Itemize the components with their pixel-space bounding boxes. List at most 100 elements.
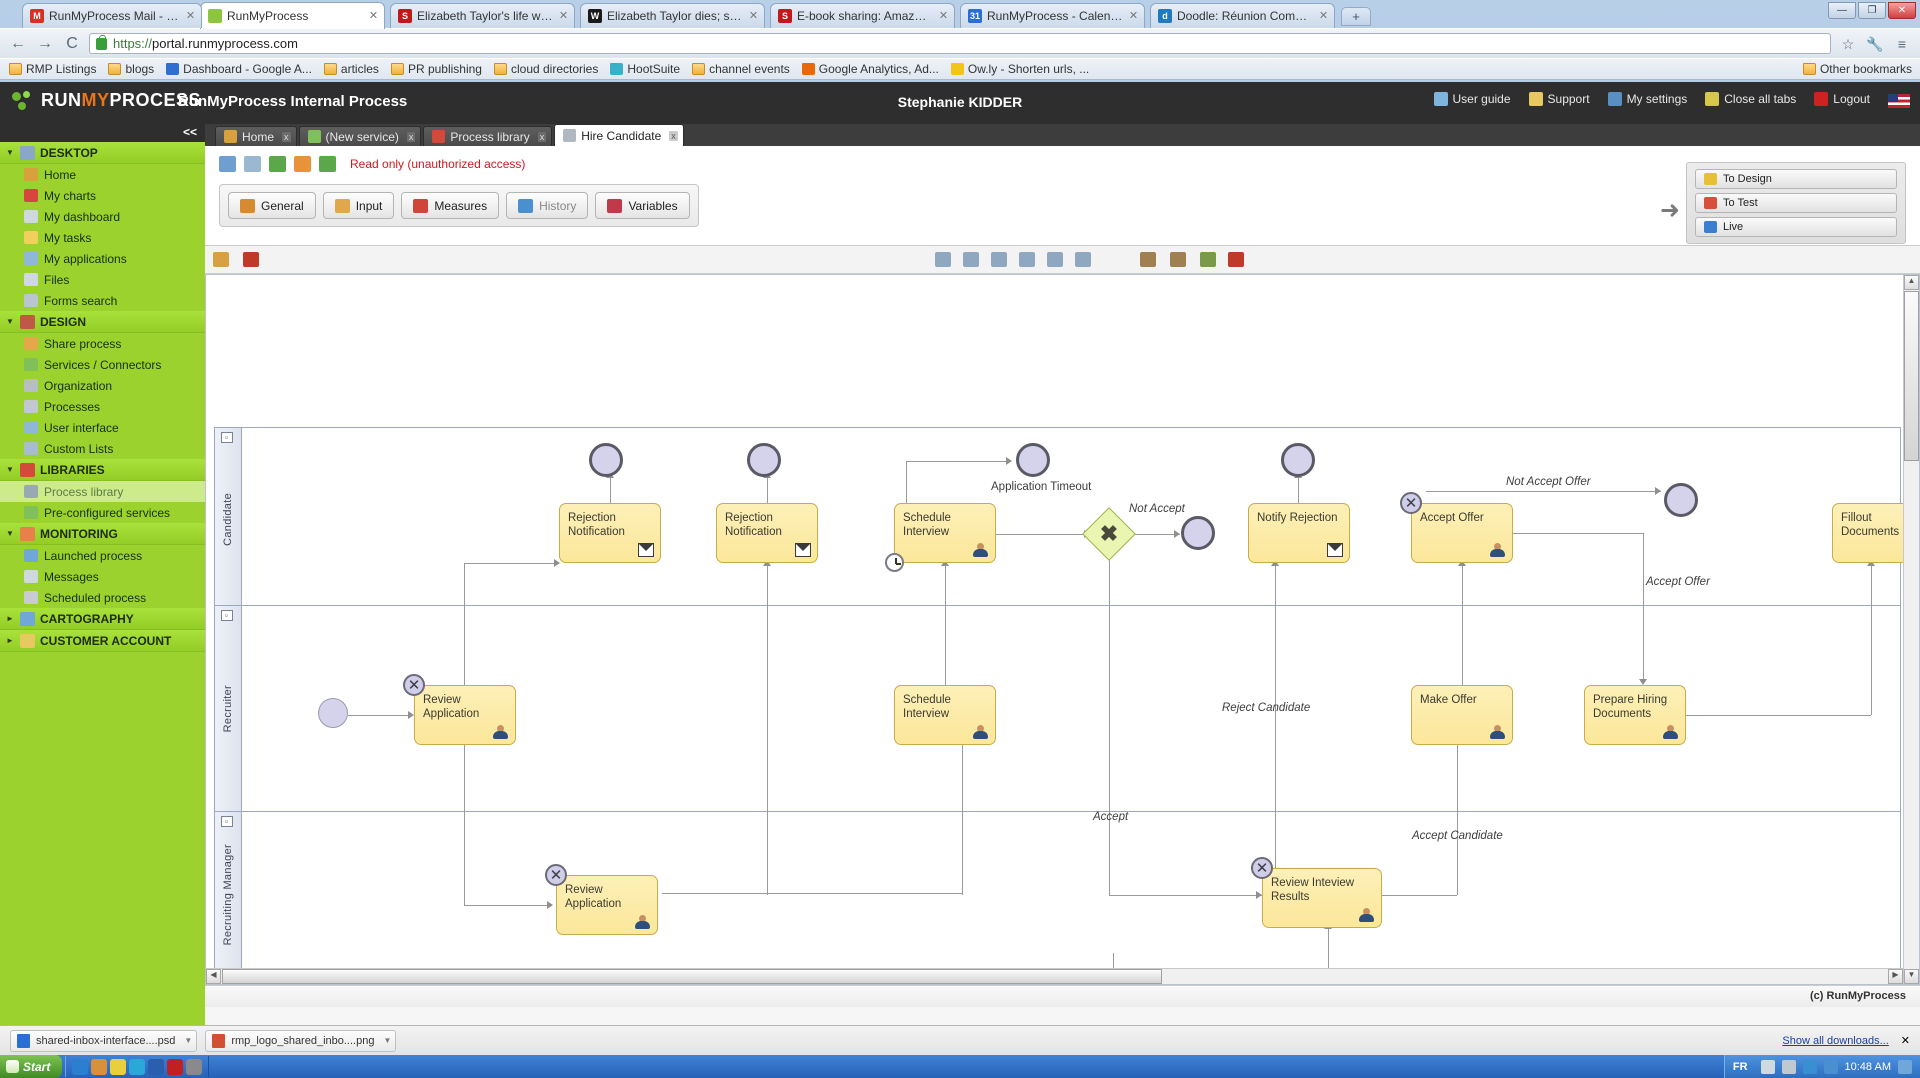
browser-tab[interactable]: 31 RunMyProcess - Calendar ✕ bbox=[960, 3, 1145, 28]
skype-icon[interactable] bbox=[129, 1058, 146, 1075]
browser-tab[interactable]: W Elizabeth Taylor dies; scree... ✕ bbox=[580, 3, 765, 28]
end-event[interactable] bbox=[1016, 443, 1050, 477]
sidebar-item-my-tasks[interactable]: My tasks bbox=[0, 227, 205, 248]
zoom-in-icon[interactable] bbox=[1140, 252, 1156, 267]
lane-collapse-icon[interactable]: ▫ bbox=[221, 432, 233, 443]
end-event[interactable] bbox=[747, 443, 781, 477]
clock[interactable]: 10:48 AM bbox=[1845, 1061, 1891, 1073]
volume-icon[interactable] bbox=[1760, 1059, 1775, 1074]
bpmn-task[interactable]: Notify Rejection bbox=[1248, 503, 1350, 563]
sidebar-item-process-library[interactable]: Process library bbox=[0, 481, 205, 502]
ie-icon[interactable] bbox=[72, 1058, 89, 1075]
distribute-h-icon[interactable] bbox=[1019, 252, 1035, 267]
sidebar-group-cartography[interactable]: ► CARTOGRAPHY bbox=[0, 608, 205, 630]
chrome-menu-icon[interactable]: ≡ bbox=[1892, 34, 1912, 54]
measures-button[interactable]: Measures bbox=[401, 192, 500, 219]
sidebar-item-scheduled-process[interactable]: Scheduled process bbox=[0, 587, 205, 608]
reload-icon[interactable]: C bbox=[62, 34, 82, 54]
header-menu-item[interactable]: User guide bbox=[1433, 92, 1511, 106]
sidebar-item-messages[interactable]: Messages bbox=[0, 566, 205, 587]
forward-icon[interactable]: → bbox=[35, 34, 55, 54]
header-menu-item[interactable]: Logout bbox=[1814, 92, 1870, 106]
sidebar-group-libraries[interactable]: ▼ LIBRARIES bbox=[0, 459, 205, 481]
bpmn-task[interactable]: Schedule Interview bbox=[894, 503, 996, 563]
tab-close-icon[interactable]: ✕ bbox=[1127, 10, 1140, 23]
other-bookmarks-button[interactable]: Other bookmarks bbox=[1802, 62, 1912, 76]
vertical-scroll-thumb[interactable] bbox=[1904, 291, 1919, 461]
start-button[interactable]: Start bbox=[0, 1055, 63, 1078]
distribute-v-icon[interactable] bbox=[1047, 252, 1063, 267]
tab-close-icon[interactable]: ✕ bbox=[747, 10, 760, 23]
sidebar-item-share-process[interactable]: Share process bbox=[0, 333, 205, 354]
app-tab-close-icon[interactable]: x bbox=[406, 131, 416, 142]
boundary-error-icon[interactable]: ✕ bbox=[1251, 857, 1273, 879]
delete-icon[interactable] bbox=[243, 252, 259, 267]
maximize-button[interactable]: ❐ bbox=[1858, 2, 1886, 19]
bpmn-task[interactable]: Accept Offer bbox=[1411, 503, 1513, 563]
sidebar-item-processes[interactable]: Processes bbox=[0, 396, 205, 417]
word-icon[interactable] bbox=[148, 1058, 165, 1075]
sidebar-item-home[interactable]: Home bbox=[0, 164, 205, 185]
sidebar-item-pre-configured-services[interactable]: Pre-configured services bbox=[0, 502, 205, 523]
lane-collapse-icon[interactable]: ▫ bbox=[221, 610, 233, 621]
vertical-scrollbar[interactable]: ▲ ▼ bbox=[1903, 275, 1919, 984]
variables-button[interactable]: Variables bbox=[595, 192, 690, 219]
browser-tab[interactable]: S E-book sharing: Amazon an... ✕ bbox=[770, 3, 955, 28]
tab-close-icon[interactable]: ✕ bbox=[367, 10, 380, 23]
bpmn-task[interactable]: Review Application bbox=[414, 685, 516, 745]
wrench-menu-icon[interactable]: 🔧 bbox=[1865, 34, 1885, 54]
bookmark-item[interactable]: Dashboard - Google A... bbox=[163, 61, 318, 77]
show-desktop-icon[interactable] bbox=[1898, 1059, 1912, 1074]
end-event[interactable] bbox=[1664, 483, 1698, 517]
scroll-up-button[interactable]: ▲ bbox=[1904, 275, 1919, 290]
boundary-error-icon[interactable]: ✕ bbox=[1400, 492, 1422, 514]
boundary-error-icon[interactable]: ✕ bbox=[403, 674, 425, 696]
scroll-right-button[interactable]: ▶ bbox=[1888, 969, 1903, 984]
bookmark-item[interactable]: PR publishing bbox=[388, 61, 488, 77]
bpmn-task[interactable]: Rejection Notification bbox=[559, 503, 661, 563]
sidebar-group-monitoring[interactable]: ▼ MONITORING bbox=[0, 523, 205, 545]
chevron-down-icon[interactable]: ▼ bbox=[184, 1036, 192, 1045]
tab-close-icon[interactable]: ✕ bbox=[1317, 10, 1330, 23]
bpmn-diagram[interactable]: ▫Candidate▫Recruiter▫Recruiting Manager▫… bbox=[206, 275, 1919, 984]
language-indicator[interactable]: FR bbox=[1733, 1061, 1748, 1073]
pdf-icon[interactable] bbox=[167, 1058, 184, 1075]
boundary-timer-icon[interactable] bbox=[885, 553, 904, 572]
bpmn-task[interactable]: Rejection Notification bbox=[716, 503, 818, 563]
bpmn-task[interactable]: Review Inteview Results bbox=[1262, 868, 1382, 928]
sidebar-item-user-interface[interactable]: User interface bbox=[0, 417, 205, 438]
bookmark-item[interactable]: Google Analytics, Ad... bbox=[799, 61, 945, 77]
network-icon[interactable] bbox=[1781, 1059, 1796, 1074]
sidebar-item-services-connectors[interactable]: Services / Connectors bbox=[0, 354, 205, 375]
undo-icon[interactable] bbox=[269, 156, 286, 172]
browser-tab[interactable]: S Elizabeth Taylor's life was f... ✕ bbox=[390, 3, 575, 28]
header-menu-item[interactable]: Close all tabs bbox=[1705, 92, 1796, 106]
refresh-icon[interactable] bbox=[319, 156, 336, 172]
sidebar-item-my-charts[interactable]: My charts bbox=[0, 185, 205, 206]
lane-collapse-icon[interactable]: ▫ bbox=[221, 816, 233, 827]
zoom-out-icon[interactable] bbox=[1170, 252, 1186, 267]
end-event[interactable] bbox=[589, 443, 623, 477]
bookmark-item[interactable]: cloud directories bbox=[491, 61, 604, 77]
bookmark-item[interactable]: HootSuite bbox=[607, 61, 686, 77]
close-shelf-icon[interactable]: ✕ bbox=[1901, 1034, 1910, 1047]
chrome-icon[interactable] bbox=[110, 1058, 127, 1075]
app-tab-close-icon[interactable]: x bbox=[282, 131, 291, 142]
save-as-icon[interactable] bbox=[244, 156, 261, 172]
scroll-down-button[interactable]: ▼ bbox=[1904, 969, 1919, 984]
download-item[interactable]: shared-inbox-interface....psd ▼ bbox=[10, 1029, 198, 1052]
sidebar-item-custom-lists[interactable]: Custom Lists bbox=[0, 438, 205, 459]
tool-icon[interactable] bbox=[186, 1058, 203, 1075]
bookmark-item[interactable]: RMP Listings bbox=[6, 61, 102, 77]
save-icon[interactable] bbox=[219, 156, 236, 172]
end-event[interactable] bbox=[1281, 443, 1315, 477]
export-pdf-icon[interactable] bbox=[1228, 252, 1244, 267]
bookmark-item[interactable]: blogs bbox=[105, 61, 160, 77]
rss-icon[interactable] bbox=[294, 156, 311, 172]
back-icon[interactable]: ← bbox=[8, 34, 28, 54]
horizontal-scrollbar[interactable]: ◀ ▶ bbox=[206, 968, 1903, 984]
align-center-icon[interactable] bbox=[963, 252, 979, 267]
us-flag-icon[interactable] bbox=[1888, 94, 1910, 108]
diagram-canvas-container[interactable]: ▫Candidate▫Recruiter▫Recruiting Manager▫… bbox=[205, 274, 1920, 985]
to-design-button[interactable]: To Design bbox=[1695, 169, 1897, 189]
